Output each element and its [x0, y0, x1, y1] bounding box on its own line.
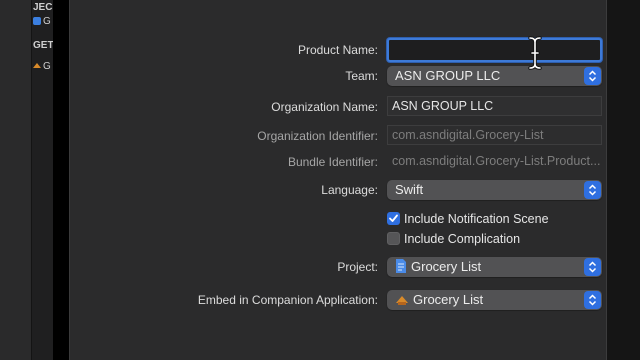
target-options-form: Product Name: Team: ASN GROUP LLC Organi…: [70, 0, 606, 360]
organization-identifier-label: Organization Identifier:: [257, 129, 378, 143]
target-list-item-label: G: [43, 61, 51, 72]
team-popup[interactable]: ASN GROUP LLC: [387, 66, 602, 86]
companion-application-value: Grocery List: [413, 292, 484, 307]
target-icon: [33, 62, 41, 70]
target-list-item-label: G: [43, 16, 51, 27]
text-cursor-icon: [527, 36, 543, 75]
include-complication-label: Include Complication: [404, 232, 521, 246]
chevron-updown-icon: [584, 181, 601, 199]
app-target-icon: [395, 292, 409, 312]
organization-name-label: Organization Name:: [271, 100, 378, 114]
unchecked-box-icon[interactable]: [387, 232, 400, 245]
companion-application-popup[interactable]: Grocery List: [387, 290, 602, 310]
language-popup[interactable]: Swift: [387, 180, 602, 200]
language-value: Swift: [395, 182, 424, 197]
navigator-panel: [0, 0, 31, 360]
team-value: ASN GROUP LLC: [395, 68, 501, 83]
chevron-updown-icon: [584, 258, 601, 276]
target-list-header: GET: [33, 40, 53, 51]
project-label: Project:: [337, 260, 378, 274]
chevron-updown-icon: [584, 67, 601, 85]
chevron-updown-icon: [584, 291, 601, 309]
target-list-item[interactable]: G: [33, 16, 51, 27]
product-name-field[interactable]: [387, 38, 602, 62]
team-label: Team:: [345, 69, 378, 83]
xcode-project-icon: [395, 259, 407, 279]
bundle-identifier-value: com.asndigital.Grocery-List.Product...: [392, 154, 601, 168]
language-label: Language:: [321, 183, 378, 197]
bundle-identifier-label: Bundle Identifier:: [287, 155, 378, 169]
project-value: Grocery List: [411, 259, 482, 274]
app-icon: [33, 17, 41, 25]
project-popup[interactable]: Grocery List: [387, 257, 602, 277]
companion-application-label: Embed in Companion Application:: [197, 293, 378, 307]
organization-name-field[interactable]: ASN GROUP LLC: [387, 96, 602, 116]
target-list-item[interactable]: G: [33, 61, 51, 72]
target-list: JEC G GET G: [31, 0, 53, 360]
organization-identifier-field: com.asndigital.Grocery-List: [387, 125, 602, 145]
include-notification-scene-label: Include Notification Scene: [404, 212, 549, 226]
window-edge: [606, 0, 640, 360]
product-name-label: Product Name:: [297, 43, 378, 57]
target-list-header: JEC: [33, 2, 53, 13]
checkmark-icon[interactable]: [387, 212, 400, 225]
